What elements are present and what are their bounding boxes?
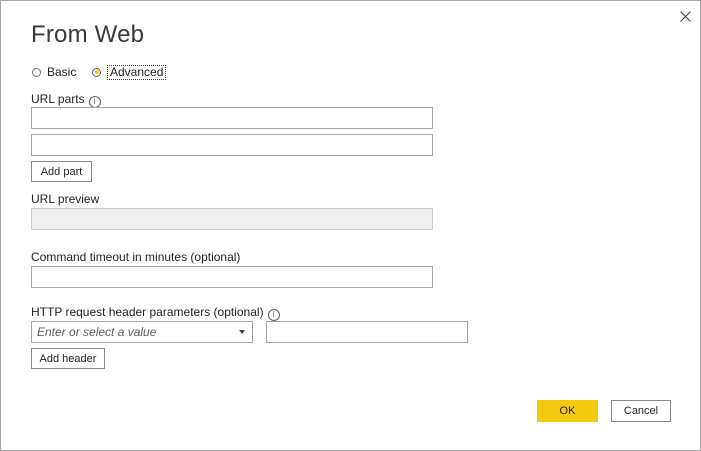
radio-basic-label: Basic [47,65,77,79]
close-icon [679,10,691,22]
url-part-input-2[interactable] [31,134,433,156]
header-name-placeholder: Enter or select a value [37,325,157,339]
add-header-button[interactable]: Add header [31,348,105,369]
url-part-input-1[interactable] [31,107,433,129]
close-button[interactable] [675,6,695,26]
command-timeout-label: Command timeout in minutes (optional) [31,250,241,264]
url-parts-label-row: URL parts i [31,92,101,108]
info-icon: i [267,309,280,321]
header-value-input[interactable] [266,321,468,343]
command-timeout-input[interactable] [31,266,433,288]
radio-advanced-label: Advanced [107,64,167,80]
cancel-button[interactable]: Cancel [611,400,671,422]
from-web-dialog: From Web Basic Advanced URL parts i Add p… [0,0,701,451]
radio-advanced-circle[interactable] [92,67,101,77]
http-headers-label-row: HTTP request header parameters (optional… [31,305,280,321]
radio-basic[interactable]: Basic [32,64,76,80]
dialog-title: From Web [31,21,145,48]
add-part-button[interactable]: Add part [31,161,92,182]
chevron-down-icon[interactable] [239,330,245,334]
header-name-combobox[interactable]: Enter or select a value [31,321,253,343]
url-preview-field [31,208,433,230]
ok-button[interactable]: OK [537,400,598,422]
url-parts-label: URL parts [31,92,85,106]
radio-basic-circle[interactable] [32,67,41,77]
radio-advanced[interactable]: Advanced [92,64,167,80]
http-headers-label: HTTP request header parameters (optional… [31,305,264,319]
url-preview-label: URL preview [31,192,100,206]
